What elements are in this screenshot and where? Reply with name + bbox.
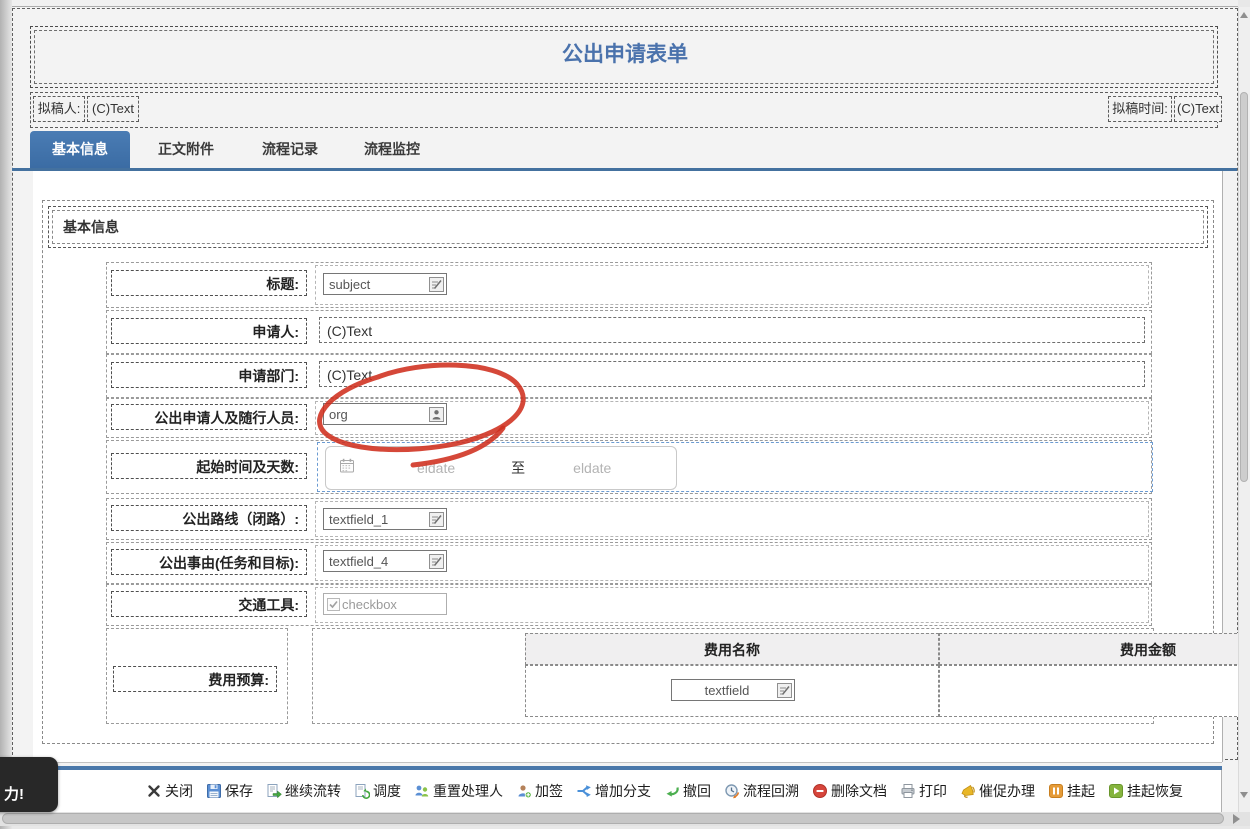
reset-handler-icon [415,785,429,797]
budget-cell1: textfield [525,665,939,717]
toolbar-item-add-branch[interactable]: 增加分支 [576,781,651,801]
budget-col1-header: 费用名称 [525,633,939,665]
toolbar-item-reset-handler[interactable]: 重置处理人 [414,781,503,801]
form-row-route: 公出路线（闭路）: textfield_1 [106,498,1152,540]
section-group-box: 基本信息 [48,206,1208,248]
add-sign-icon [518,785,532,799]
daterange-control[interactable]: eldate 至 eldate [325,446,677,490]
toolbar-item-urge[interactable]: 催促办理 [960,781,1035,801]
form-row-daterange: 起始时间及天数: eldate 至 eldate [106,440,1153,494]
budget-cell2: textfield_2 [939,665,1250,717]
department-label: 申请部门: [111,362,307,388]
budget-col2-header: 费用金额 [939,633,1250,665]
tab-basic-info[interactable]: 基本信息 [30,131,130,168]
form-row-budget-label-cell: 费用预算: [106,628,288,724]
tab-flow-record[interactable]: 流程记录 [260,131,320,168]
person-icon [429,406,444,422]
vertical-scrollbar-thumb[interactable] [1240,92,1248,482]
withdraw-icon [666,787,679,797]
urge-icon [961,784,975,798]
toolbar-item-delete-doc[interactable]: 删除文档 [812,781,887,801]
form-row-reason: 公出事由(任务和目标): textfield_4 [106,542,1152,584]
route-label: 公出路线（闭路）: [111,505,307,531]
transport-label: 交通工具: [111,591,307,617]
edit-icon [429,553,444,569]
form-row-transport: 交通工具: checkbox [106,584,1152,626]
toolbar: 关闭 保存 继续流转 调度 重置处理人 加签 增加分支 撤回 流程回溯 删除文档… [12,770,1222,812]
form-row-org: 公出申请人及随行人员: org [106,398,1152,438]
section-title: 基本信息 [63,219,119,235]
form-row-budget-table-cell: 费用名称 费用金额 textfield textfield_2 [312,628,1250,724]
scroll-up-arrow-icon[interactable] [1240,12,1248,18]
toolbar-top-grayline [12,762,1222,763]
dispatch-icon [355,784,370,799]
toolbar-item-close[interactable]: 关闭 [146,781,193,801]
scroll-down-arrow-icon[interactable] [1240,792,1248,798]
print-icon [901,784,915,798]
budget-label: 费用预算: [113,666,277,692]
route-input[interactable]: textfield_1 [323,508,447,530]
save-icon [207,784,221,798]
toolbar-item-add-sign[interactable]: 加签 [516,781,563,801]
reason-label: 公出事由(任务和目标): [111,549,307,575]
form-designer-page: 公出申请表单 拟稿人: (C)Text 拟稿时间: (C)Text 基本信息 正… [0,0,1250,829]
subject-label: 标题: [111,270,307,296]
applicant-value: (C)Text [319,317,1145,343]
calendar-icon [339,458,355,479]
reason-input[interactable]: textfield_4 [323,550,447,572]
subject-input[interactable]: subject [323,273,447,295]
toast-text: 力! [4,786,24,803]
delete-doc-icon [813,784,827,798]
toolbar-item-save[interactable]: 保存 [206,781,253,801]
trace-icon [725,784,740,799]
edit-icon [429,276,444,292]
toolbar-item-withdraw[interactable]: 撤回 [664,781,711,801]
form-row-subject: 标题: subject [106,262,1152,308]
form-row-applicant: 申请人: (C)Text [106,310,1152,354]
draft-info-row [30,92,1218,128]
draft-time-value: (C)Text [1174,96,1222,122]
draft-time-label: 拟稿时间: [1108,96,1172,122]
edit-icon [429,511,444,527]
date-separator: 至 [511,460,526,476]
edit-icon [777,682,792,698]
toolbar-item-dispatch[interactable]: 调度 [354,781,401,801]
resume-icon [1109,784,1123,798]
daterange-label: 起始时间及天数: [111,453,307,479]
page-title: 公出申请表单 [562,43,688,66]
suspend-icon [1049,784,1063,798]
section-group-inner-border [52,210,1204,244]
notification-toast: 力! [0,757,58,812]
form-row-department: 申请部门: (C)Text [106,354,1152,398]
toolbar-item-continue-flow[interactable]: 继续流转 [266,781,341,801]
continue-flow-icon [267,784,282,799]
window-top-edge [12,0,1238,7]
draft-author-label: 拟稿人: [33,96,85,122]
org-label: 公出申请人及随行人员: [111,404,307,430]
scroll-right-arrow-icon[interactable] [1233,814,1240,824]
toolbar-item-suspend[interactable]: 挂起 [1048,781,1095,801]
add-branch-icon [577,785,591,797]
department-value: (C)Text [319,361,1145,387]
toolbar-item-trace[interactable]: 流程回溯 [724,781,799,801]
start-date-placeholder: eldate [417,460,456,476]
tab-flow-monitor[interactable]: 流程监控 [362,131,422,168]
transport-checkbox[interactable]: checkbox [323,593,447,615]
toolbar-item-resume[interactable]: 挂起恢复 [1108,781,1183,801]
window-left-shadow [0,0,12,829]
end-date-placeholder: eldate [573,460,612,476]
toolbar-item-print[interactable]: 打印 [900,781,947,801]
horizontal-scrollbar-thumb[interactable] [2,813,1224,824]
draft-author-value: (C)Text [87,96,139,122]
org-input[interactable]: org [323,403,447,425]
applicant-label: 申请人: [111,318,307,344]
checkbox-icon [327,597,340,611]
close-icon [148,785,160,797]
budget-table: 费用名称 费用金额 textfield textfield_2 [525,633,1250,719]
tab-attachments[interactable]: 正文附件 [156,131,216,168]
budget-name-input[interactable]: textfield [671,679,795,701]
